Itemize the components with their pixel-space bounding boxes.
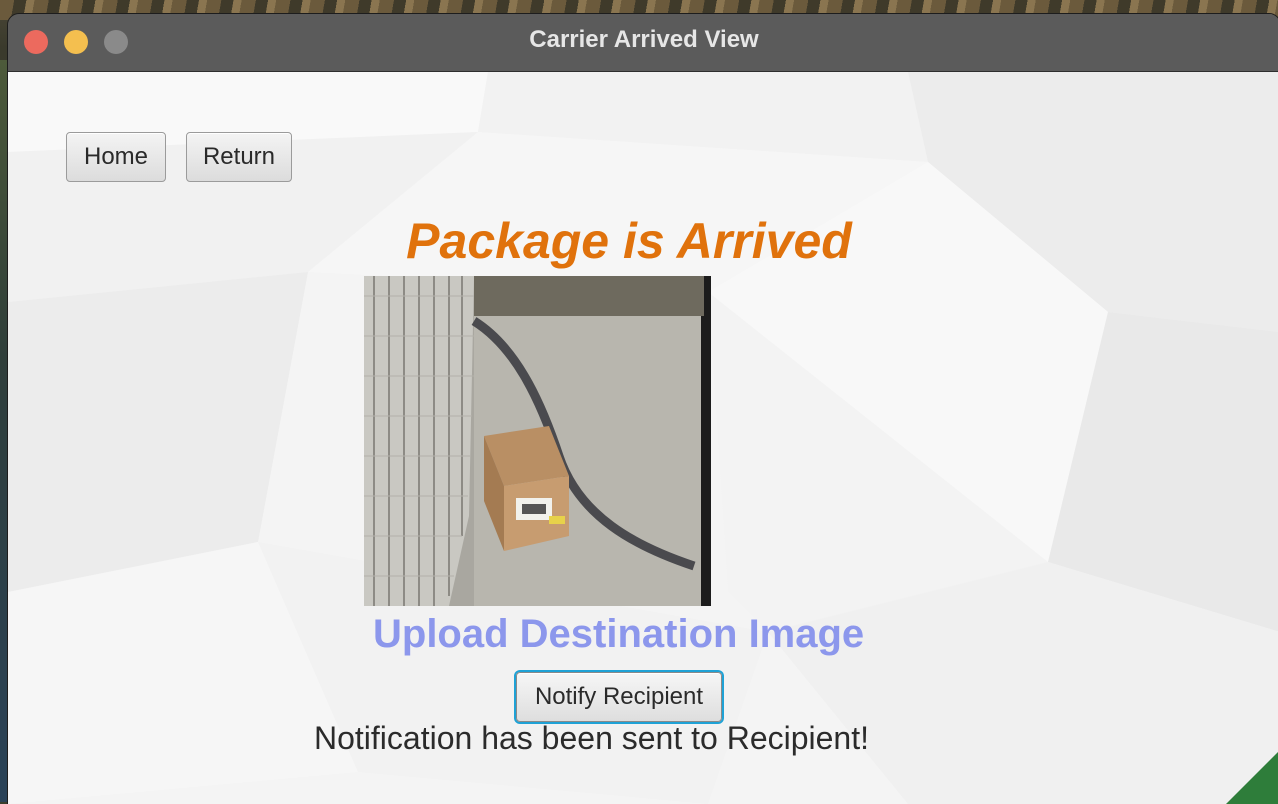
notify-recipient-button[interactable]: Notify Recipient [516, 672, 722, 722]
page-heading: Package is Arrived [406, 213, 852, 269]
window-title: Carrier Arrived View [529, 26, 759, 53]
upload-destination-image-link[interactable]: Upload Destination Image [373, 612, 864, 657]
main-panel: Home Return Package is Arrived Upload De… [8, 72, 1278, 804]
package-photo [364, 276, 711, 606]
app-window: Carrier Arrived View Home Return Package… [8, 14, 1278, 804]
return-button[interactable]: Return [186, 132, 292, 182]
notification-status-text: Notification has been sent to Recipient! [314, 720, 869, 756]
corner-accent [1226, 750, 1278, 804]
home-button[interactable]: Home [66, 132, 166, 182]
title-bar[interactable]: Carrier Arrived View [8, 14, 1278, 72]
